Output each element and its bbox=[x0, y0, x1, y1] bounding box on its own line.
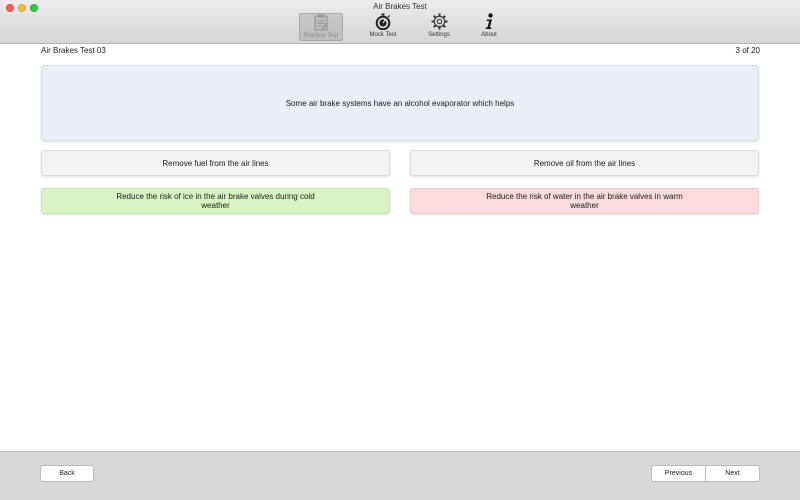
next-button[interactable]: Next bbox=[705, 465, 760, 482]
answer-option-d-incorrect[interactable]: Reduce the risk of water in the air brak… bbox=[410, 188, 759, 214]
toolbar-item-settings[interactable]: Settings bbox=[416, 13, 462, 41]
question-card: Some air brake systems have an alcohol e… bbox=[41, 65, 759, 141]
question-progress: 3 of 20 bbox=[735, 46, 760, 55]
test-name: Air Brakes Test 03 bbox=[41, 46, 106, 55]
toolbar-item-label: Practice Test bbox=[303, 33, 339, 39]
answer-option-c-correct[interactable]: Reduce the risk of ice in the air brake … bbox=[41, 188, 390, 214]
answer-text: Reduce the risk of water in the air brak… bbox=[486, 192, 683, 210]
clipboard-icon bbox=[313, 14, 329, 31]
window-titlebar: Air Brakes Test Practice Test Mock Test … bbox=[0, 0, 800, 44]
toolbar-item-label: Settings bbox=[428, 32, 450, 38]
toolbar-item-mock-test[interactable]: Mock Test bbox=[360, 13, 406, 41]
answer-text: Reduce the risk of ice in the air brake … bbox=[116, 192, 315, 210]
stopwatch-icon bbox=[375, 13, 391, 30]
toolbar-item-label: About bbox=[481, 32, 497, 38]
answer-text: Remove oil from the air lines bbox=[533, 158, 636, 168]
toolbar-item-label: Mock Test bbox=[369, 32, 397, 38]
answer-text: Remove fuel from the air lines bbox=[162, 158, 269, 168]
question-text: Some air brake systems have an alcohol e… bbox=[285, 98, 515, 108]
toolbar-item-about[interactable]: About bbox=[466, 13, 512, 41]
toolbar-item-practice-test[interactable]: Practice Test bbox=[299, 13, 343, 41]
info-icon bbox=[482, 13, 496, 30]
gear-icon bbox=[431, 13, 448, 30]
window-title: Air Brakes Test bbox=[373, 2, 427, 11]
previous-button[interactable]: Previous bbox=[651, 465, 706, 482]
answer-option-a[interactable]: Remove fuel from the air lines bbox=[41, 150, 390, 176]
answer-option-b[interactable]: Remove oil from the air lines bbox=[410, 150, 759, 176]
back-button[interactable]: Back bbox=[40, 465, 94, 482]
